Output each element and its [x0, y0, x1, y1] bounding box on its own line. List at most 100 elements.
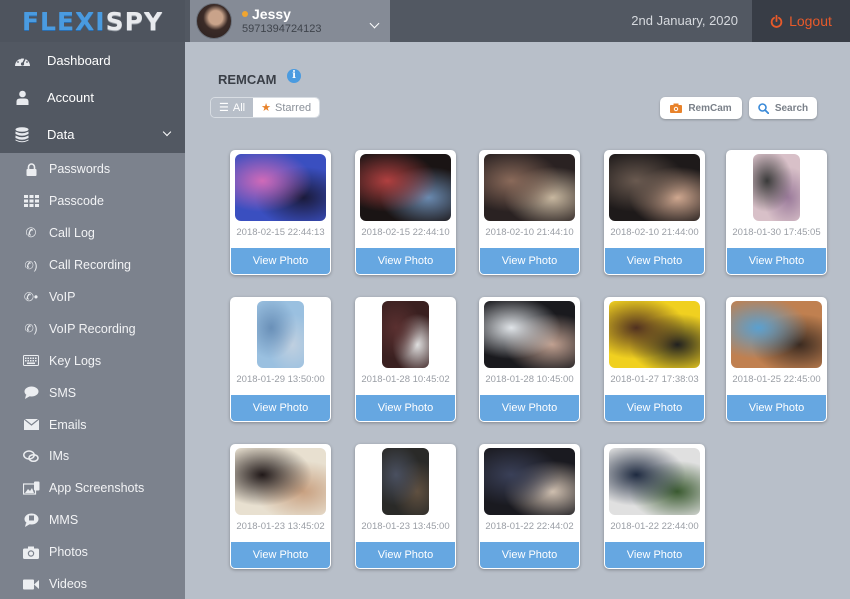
- view-photo-button[interactable]: View Photo: [727, 248, 826, 274]
- photo-card[interactable]: 2018-01-22 22:44:00 View Photo: [604, 444, 705, 569]
- sidebar-item-sms[interactable]: SMS: [0, 377, 185, 409]
- filter-all-label: All: [232, 101, 246, 114]
- view-photo-button[interactable]: View Photo: [356, 248, 455, 274]
- photo-thumbnail[interactable]: [257, 301, 304, 368]
- view-photo-button[interactable]: View Photo: [480, 395, 579, 421]
- sidebar-item-voip-recording[interactable]: ✆) VoIP Recording: [0, 313, 185, 345]
- search-icon: [758, 102, 769, 114]
- photo-timestamp: 2018-01-25 22:45:00: [732, 374, 821, 385]
- photo-thumbnail[interactable]: [484, 154, 575, 221]
- user-name: Jessy: [252, 6, 291, 22]
- sidebar-item-label: MMS: [49, 513, 79, 528]
- sidebar-item-voip[interactable]: ✆• VoIP: [0, 281, 185, 313]
- user-icon: [12, 90, 32, 106]
- logo[interactable]: FLEXISPY: [0, 0, 185, 42]
- photo-card[interactable]: 2018-02-15 22:44:13 View Photo: [230, 150, 331, 275]
- photo-thumbnail[interactable]: [382, 448, 429, 515]
- photo-timestamp: 2018-01-27 17:38:03: [610, 374, 699, 385]
- view-photo-button[interactable]: View Photo: [727, 395, 826, 421]
- photo-timestamp: 2018-01-28 10:45:02: [361, 374, 450, 385]
- photo-card[interactable]: 2018-01-27 17:38:03 View Photo: [604, 297, 705, 422]
- device-id: 5971394724123: [242, 23, 322, 35]
- photo-thumbnail[interactable]: [382, 301, 429, 368]
- view-photo-button[interactable]: View Photo: [356, 542, 455, 568]
- filter-starred-label: Starred: [274, 101, 312, 114]
- photo-thumbnail[interactable]: [484, 448, 575, 515]
- photo-thumbnail[interactable]: [235, 154, 326, 221]
- sidebar-item-label: Call Log: [49, 226, 95, 241]
- sidebar-item-dashboard[interactable]: Dashboard: [0, 42, 185, 79]
- photo-timestamp: 2018-01-22 22:44:00: [610, 521, 699, 532]
- video-icon: [22, 576, 40, 592]
- phone-icon: ✆: [25, 225, 37, 241]
- photo-thumbnail[interactable]: [753, 154, 800, 221]
- photo-card[interactable]: 2018-02-10 21:44:10 View Photo: [479, 150, 580, 275]
- mms-icon: [22, 512, 40, 528]
- photo-thumbnail[interactable]: [360, 154, 451, 221]
- view-photo-button[interactable]: View Photo: [605, 395, 704, 421]
- sidebar-item-emails[interactable]: Emails: [0, 409, 185, 441]
- photo-card[interactable]: 2018-01-30 17:45:05 View Photo: [726, 150, 827, 275]
- user-switcher[interactable]: Jessy 5971394724123: [190, 0, 390, 42]
- sidebar-item-app-screenshots[interactable]: App Screenshots: [0, 472, 185, 504]
- view-photo-button[interactable]: View Photo: [231, 248, 330, 274]
- photo-thumbnail[interactable]: [609, 448, 700, 515]
- photo-card[interactable]: 2018-01-29 13:50:00 View Photo: [230, 297, 331, 422]
- search-button[interactable]: Search: [749, 97, 817, 119]
- keypad-icon: [22, 193, 40, 209]
- photo-timestamp: 2018-01-28 10:45:00: [485, 374, 574, 385]
- sidebar-item-ims[interactable]: IMs: [0, 441, 185, 473]
- photo-card[interactable]: 2018-01-28 10:45:02 View Photo: [355, 297, 456, 422]
- power-icon: [770, 14, 783, 28]
- view-photo-button[interactable]: View Photo: [480, 542, 579, 568]
- filter-all-button[interactable]: ☰ All: [211, 98, 254, 117]
- camera-icon: [22, 544, 40, 560]
- view-photo-button[interactable]: View Photo: [231, 395, 330, 421]
- search-label: Search: [774, 102, 809, 114]
- photo-timestamp: 2018-01-23 13:45:00: [361, 521, 450, 532]
- sidebar-item-videos[interactable]: Videos: [0, 568, 185, 599]
- screenshot-icon: [22, 480, 40, 496]
- chevron-down-icon: [162, 127, 172, 137]
- sidebar-item-passwords[interactable]: Passwords: [0, 154, 185, 186]
- view-photo-button[interactable]: View Photo: [231, 542, 330, 568]
- phone-recording-icon: ✆): [24, 259, 38, 272]
- photo-card[interactable]: 2018-01-22 22:44:02 View Photo: [479, 444, 580, 569]
- photo-card[interactable]: 2018-01-28 10:45:00 View Photo: [479, 297, 580, 422]
- photo-thumbnail[interactable]: [484, 301, 575, 368]
- main-content: REMCAM i ☰ All ★ Starred RemCam Search 2…: [185, 42, 850, 599]
- photo-card[interactable]: 2018-02-15 22:44:10 View Photo: [355, 150, 456, 275]
- info-icon[interactable]: i: [287, 69, 301, 83]
- view-photo-button[interactable]: View Photo: [480, 248, 579, 274]
- remcam-button[interactable]: RemCam: [660, 97, 742, 119]
- photo-timestamp: 2018-01-22 22:44:02: [485, 521, 574, 532]
- sidebar-item-label: App Screenshots: [49, 481, 145, 496]
- sidebar-item-data[interactable]: Data: [0, 116, 185, 153]
- sidebar-item-call-recording[interactable]: ✆) Call Recording: [0, 249, 185, 281]
- dashboard-icon: [12, 53, 32, 69]
- sidebar-item-passcode[interactable]: Passcode: [0, 185, 185, 217]
- photo-card[interactable]: 2018-01-25 22:45:00 View Photo: [726, 297, 827, 422]
- sidebar-item-call-log[interactable]: ✆ Call Log: [0, 217, 185, 249]
- photo-thumbnail[interactable]: [235, 448, 326, 515]
- view-photo-button[interactable]: View Photo: [605, 542, 704, 568]
- sidebar-item-key-logs[interactable]: Key Logs: [0, 345, 185, 377]
- logout-button[interactable]: Logout: [752, 0, 850, 42]
- envelope-icon: [22, 417, 40, 433]
- photo-card[interactable]: 2018-02-10 21:44:00 View Photo: [604, 150, 705, 275]
- view-photo-button[interactable]: View Photo: [605, 248, 704, 274]
- photo-thumbnail[interactable]: [609, 301, 700, 368]
- view-photo-button[interactable]: View Photo: [356, 395, 455, 421]
- chevron-down-icon[interactable]: [369, 18, 380, 29]
- sidebar-item-label: Call Recording: [49, 258, 131, 273]
- photo-thumbnail[interactable]: [609, 154, 700, 221]
- sidebar-item-mms[interactable]: MMS: [0, 504, 185, 536]
- sidebar-item-photos[interactable]: Photos: [0, 536, 185, 568]
- photo-card[interactable]: 2018-01-23 13:45:00 View Photo: [355, 444, 456, 569]
- keyboard-icon: [22, 353, 40, 369]
- chat-bubble-icon: [22, 385, 40, 401]
- filter-starred-button[interactable]: ★ Starred: [253, 98, 320, 117]
- sidebar-item-account[interactable]: Account: [0, 79, 185, 116]
- photo-thumbnail[interactable]: [731, 301, 822, 368]
- photo-card[interactable]: 2018-01-23 13:45:02 View Photo: [230, 444, 331, 569]
